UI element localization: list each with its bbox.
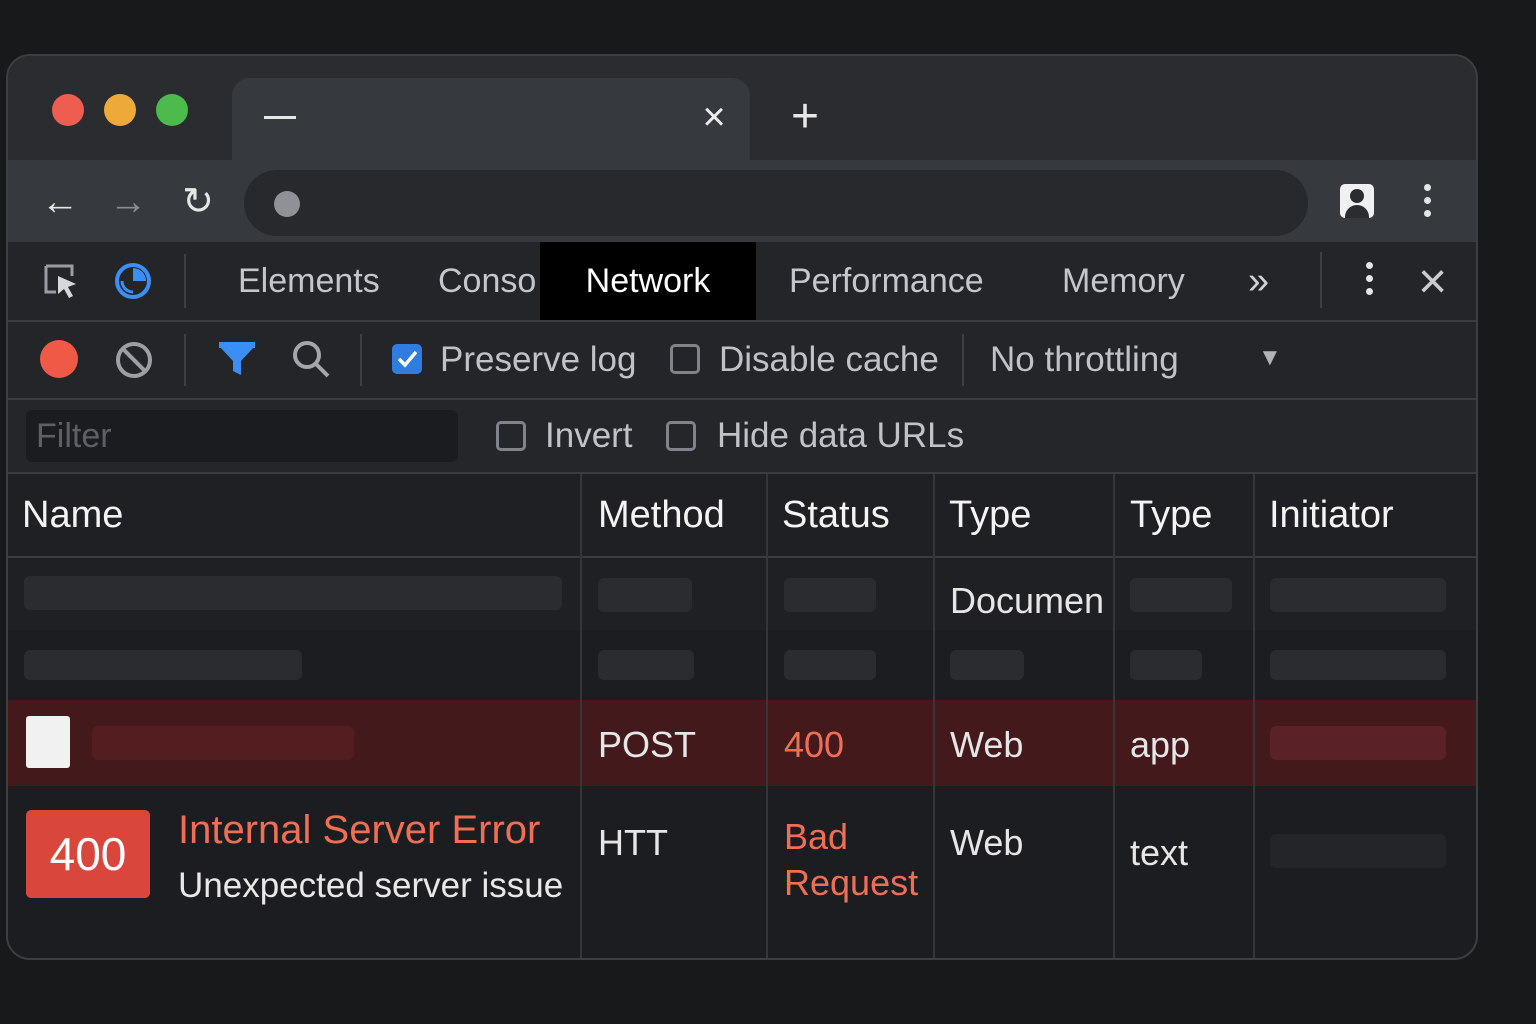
tab-close-icon[interactable]: × [694,92,734,142]
document-icon [26,716,70,768]
search-icon[interactable] [290,338,332,380]
column-divider[interactable] [1253,474,1255,958]
column-header-type[interactable]: Type [949,474,1031,556]
column-divider[interactable] [933,474,935,958]
tab-performance[interactable]: Performance [789,242,984,320]
column-header-initiator[interactable]: Initiator [1269,474,1394,556]
filter-funnel-icon[interactable] [216,340,258,380]
preserve-log-label: Preserve log [440,340,637,379]
invert-label: Invert [545,416,633,455]
filter-input[interactable] [26,410,458,462]
new-tab-icon[interactable]: + [780,92,830,142]
hide-data-urls-checkbox[interactable] [666,421,696,451]
cell-type: Web [950,724,1024,765]
clear-icon[interactable] [114,340,154,380]
disable-cache-checkbox[interactable] [670,344,700,374]
column-divider[interactable] [766,474,768,958]
device-toolbar-icon[interactable] [112,260,154,302]
table-row[interactable] [8,630,1476,700]
table-row[interactable]: Documen [8,558,1476,630]
close-window-button[interactable] [52,94,84,126]
close-devtools-icon[interactable]: × [1418,242,1447,320]
cell-status-line-1: Bad [784,816,849,857]
minimize-window-button[interactable] [104,94,136,126]
tab-elements[interactable]: Elements [238,242,380,320]
address-bar[interactable] [244,170,1308,236]
table-row[interactable]: 400 Internal Server Error Unexpected ser… [8,786,1476,958]
tab-title-placeholder [264,116,296,119]
tab-console[interactable]: Conso [438,242,540,320]
divider [360,334,362,386]
browser-window: × + ← → ↻ Elements Conso Network Perform… [6,54,1478,960]
cell-status: 400 [784,724,845,765]
cell-type-2: app [1130,724,1191,765]
back-arrow-icon[interactable]: ← [36,178,84,226]
forward-arrow-icon[interactable]: → [104,178,152,226]
cell-method: POST [598,724,697,765]
devtools-menu-icon[interactable] [1366,262,1374,301]
browser-menu-icon[interactable] [1424,184,1432,223]
column-divider[interactable] [580,474,582,958]
cell-type: Documen [950,580,1105,621]
browser-toolbar: ← → ↻ [8,160,1476,242]
cell-type: Web [950,822,1024,863]
cell-type-2: text [1130,832,1189,873]
divider [1320,252,1322,308]
column-header-type-2[interactable]: Type [1130,474,1212,556]
more-tabs-chevron-icon[interactable]: » [1248,242,1269,320]
hide-data-urls-label: Hide data URLs [717,416,965,455]
divider [184,334,186,386]
divider [184,254,186,308]
error-code-badge: 400 [26,810,150,898]
tab-memory[interactable]: Memory [1062,242,1185,320]
maximize-window-button[interactable] [156,94,188,126]
throttling-select[interactable]: No throttling [990,340,1179,380]
table-row-error[interactable]: POST 400 Web app [8,700,1476,786]
requests-table: Name Method Status Type Type Initiator D… [8,474,1476,958]
column-divider[interactable] [1113,474,1115,958]
title-bar: × + [8,56,1476,160]
column-header-name[interactable]: Name [22,474,123,556]
browser-tab[interactable]: × [232,78,750,160]
column-header-method[interactable]: Method [598,474,725,556]
devtools-tabbar: Elements Conso Network Performance Memor… [8,242,1476,322]
cell-status-line-2: Request [784,862,919,903]
inspect-element-icon[interactable] [42,262,80,300]
site-info-icon[interactable] [274,191,300,217]
error-subtitle: Unexpected server issue [178,866,564,905]
table-header: Name Method Status Type Type Initiator [8,474,1476,558]
filter-bar: Invert Hide data URLs [8,400,1476,474]
preserve-log-checkbox[interactable] [392,344,422,374]
disable-cache-label: Disable cache [719,340,939,379]
error-title: Internal Server Error [178,808,541,852]
reload-icon[interactable]: ↻ [174,178,222,226]
record-icon[interactable] [40,340,78,378]
cell-method: HTT [598,822,668,863]
throttling-chevron-down-icon[interactable]: ▼ [1258,344,1282,372]
invert-checkbox[interactable] [496,421,526,451]
divider [962,334,964,386]
tab-network[interactable]: Network [540,242,756,320]
profile-avatar-icon[interactable] [1340,184,1374,218]
network-toolbar: Preserve log Disable cache No throttling… [8,322,1476,400]
column-header-status[interactable]: Status [782,474,890,556]
